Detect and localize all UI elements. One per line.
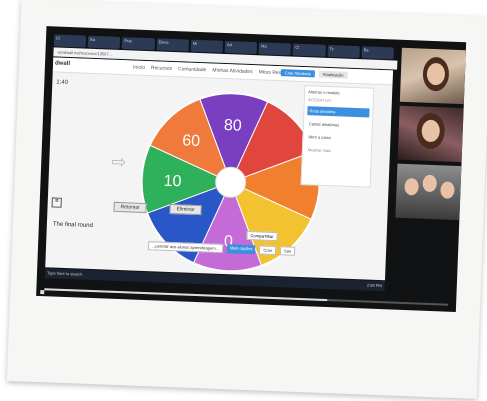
nav-item[interactable]: Início <box>133 64 145 70</box>
photo-frame: Cl Ba Prat Eleva Mi Ad Ma Cl Ty Ba wordw… <box>6 0 487 399</box>
main-nav: Início Recursos Comunidade Minhas Ativid… <box>133 64 297 76</box>
brand-logo[interactable]: dwall <box>55 60 70 67</box>
menu-icon[interactable]: ≡ <box>51 197 62 208</box>
participant-face <box>422 174 438 193</box>
video-tile[interactable] <box>395 163 462 221</box>
tab[interactable]: Cl <box>292 43 326 57</box>
nav-item[interactable]: Minhas Atividades <box>212 68 253 76</box>
share-button[interactable]: Compartilhar <box>246 230 278 242</box>
show-more-link[interactable]: Mostrar mais <box>306 145 368 156</box>
eliminar-button[interactable]: Eliminar <box>169 203 202 216</box>
activity-title: The final round <box>52 221 93 230</box>
retomar-button[interactable]: Retomar <box>113 201 147 214</box>
nav-item[interactable]: Comunidade <box>178 66 207 73</box>
video-tile[interactable] <box>397 105 464 163</box>
template-option[interactable]: Roda aleatória <box>307 106 370 118</box>
tab[interactable]: Ba <box>87 35 121 49</box>
tab[interactable]: Cl <box>53 34 87 48</box>
tab[interactable]: Ty <box>327 44 360 59</box>
tab[interactable]: Eleva <box>156 38 189 52</box>
timer: 1:40 <box>56 79 69 86</box>
wheel-segment-label: 60 <box>182 132 201 150</box>
pointer-arrow-icon: ⇨ <box>110 151 127 173</box>
create-button[interactable]: Criar <box>259 245 277 256</box>
monitor-screen: Cl Ba Prat Eleva Mi Ad Ma Cl Ty Ba wordw… <box>36 26 467 313</box>
create-activity-button[interactable]: Criar Atividade <box>280 69 315 78</box>
exit-button[interactable]: Sair <box>279 246 296 256</box>
taskbar-clock: 2:59 PM <box>366 282 382 289</box>
video-tile[interactable] <box>399 47 466 105</box>
more-options-button[interactable]: Mais opções <box>226 244 256 255</box>
taskbar-search[interactable]: Type here to search <box>47 270 83 276</box>
panel-subtitle: INTERATIVO <box>307 97 332 104</box>
template-option[interactable]: Cartas aleatórias <box>307 119 369 130</box>
tab[interactable]: Mi <box>190 39 224 53</box>
panel-title: Alternar o modelo <box>308 89 340 96</box>
participant-face <box>404 177 419 196</box>
tab[interactable]: Prat <box>122 37 155 51</box>
wordwall-app: dwall Início Recursos Comunidade Minhas … <box>45 57 394 281</box>
upgrade-button[interactable]: Atualização <box>318 70 348 79</box>
template-option[interactable]: Abrir a caixa <box>306 132 368 143</box>
nav-item[interactable]: Recursos <box>151 65 172 72</box>
tab[interactable]: Ba <box>361 46 394 60</box>
play-icon[interactable] <box>40 290 45 295</box>
video-progress-bar[interactable] <box>44 288 449 306</box>
tab[interactable]: Ad <box>224 40 258 55</box>
wheel-segment-label: 10 <box>163 173 182 191</box>
template-switcher-panel: Alternar o modelo INTERATIVO Roda aleató… <box>300 85 375 188</box>
wheel-hub[interactable] <box>215 166 247 198</box>
video-progress-fill <box>44 288 328 302</box>
wheel-segment-label: 80 <box>224 117 243 135</box>
tab[interactable]: Ma <box>258 42 292 56</box>
participant-face <box>440 181 455 199</box>
